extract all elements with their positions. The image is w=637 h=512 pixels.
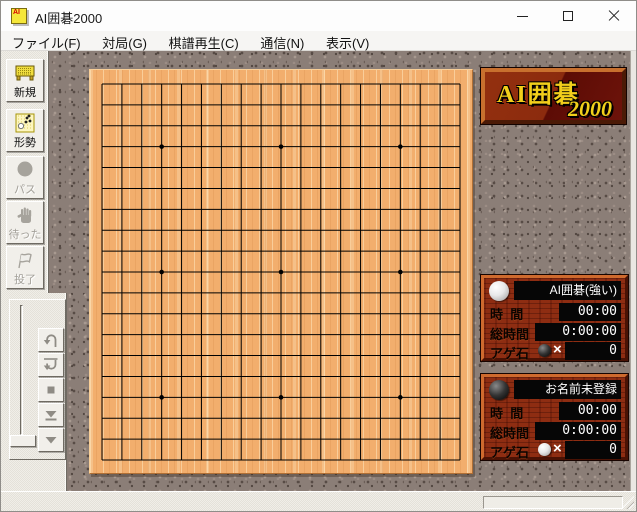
time-label: 時 間 xyxy=(490,307,524,322)
pass-stone-icon xyxy=(17,161,33,177)
jump-back-button[interactable] xyxy=(38,328,64,352)
jump-back-icon xyxy=(43,334,57,347)
territory-eval-button[interactable]: 形勢 xyxy=(6,109,44,152)
total-time-value: 0:00:00 xyxy=(535,323,621,341)
toolbar-button-label: パス xyxy=(14,184,36,196)
multiply-icon: × xyxy=(553,341,562,358)
captures-value: 0 xyxy=(565,441,621,459)
jump-forward-icon xyxy=(43,358,58,371)
toolbar-button-label: 新規 xyxy=(14,87,36,99)
replay-panel xyxy=(1,293,67,491)
player-panel-black: お名前未登録 時 間 00:00 総時間 0:00:00 アゲ石 × 0 xyxy=(480,373,629,461)
status-field xyxy=(483,496,623,509)
toolbar-button-label: 待った xyxy=(8,229,42,241)
status-bar xyxy=(1,491,636,511)
white-stone-icon xyxy=(489,281,509,301)
total-time-label: 総時間 xyxy=(490,426,530,441)
black-stone-icon xyxy=(538,344,551,357)
close-button[interactable] xyxy=(591,1,637,31)
captures-label: アゲ石 xyxy=(490,346,530,361)
player-name: AI囲碁(強い) xyxy=(514,281,621,300)
menu-replay[interactable]: 棋譜再生(C) xyxy=(160,31,248,51)
time-value: 00:00 xyxy=(559,402,621,420)
titlebar: AI AI囲碁2000 xyxy=(1,1,636,31)
undo-hand-icon xyxy=(17,207,32,223)
logo-year: 2000 xyxy=(568,96,612,121)
black-stone-icon xyxy=(489,380,509,400)
app-window: AI AI囲碁2000 ファイル(F) 対局(G) 棋譜再生(C) 通信(N) … xyxy=(0,0,637,512)
app-logo: AI囲碁 2000 xyxy=(480,67,627,125)
go-board-grid xyxy=(101,83,461,461)
step-forward-icon xyxy=(45,437,57,444)
player-panel-white: AI囲碁(強い) 時 間 00:00 総時間 0:00:00 アゲ石 × 0 xyxy=(480,274,629,362)
toolbar-button-label: 形勢 xyxy=(14,137,36,149)
replay-slider-track[interactable] xyxy=(20,305,23,435)
go-board[interactable] xyxy=(89,69,473,474)
player-name: お名前未登録 xyxy=(514,380,621,399)
client-area: 新規 形勢 パス 待った 投了 AI囲碁 2000 AI囲碁(強い) 時 間 0… xyxy=(1,51,636,491)
toolbar-button-label: 投了 xyxy=(14,274,36,286)
window-minimize-icon xyxy=(517,16,528,17)
captures-value: 0 xyxy=(565,342,621,360)
time-label: 時 間 xyxy=(490,406,524,421)
undo-button[interactable]: 待った xyxy=(6,201,44,244)
time-value: 00:00 xyxy=(559,303,621,321)
skip-to-end-button[interactable] xyxy=(38,403,64,427)
stop-button[interactable] xyxy=(38,378,64,402)
replay-slider-thumb[interactable] xyxy=(10,435,36,447)
app-icon: AI xyxy=(11,8,27,24)
jump-forward-button[interactable] xyxy=(38,353,64,377)
new-game-button[interactable]: 新規 xyxy=(6,59,44,102)
total-time-value: 0:00:00 xyxy=(535,422,621,440)
white-stone-icon xyxy=(538,443,551,456)
maximize-button[interactable] xyxy=(545,1,591,31)
menu-view[interactable]: 表示(V) xyxy=(317,31,378,51)
menu-comm[interactable]: 通信(N) xyxy=(251,31,313,51)
skip-to-end-icon xyxy=(45,411,57,421)
window-title: AI囲碁2000 xyxy=(35,11,103,26)
minimize-button[interactable] xyxy=(499,1,545,31)
total-time-label: 総時間 xyxy=(490,327,530,342)
new-game-table-icon xyxy=(15,65,35,81)
multiply-icon: × xyxy=(553,440,562,457)
toolbar-panel: 新規 形勢 パス 待った 投了 xyxy=(1,51,49,293)
window-maximize-icon xyxy=(563,11,573,21)
resign-button[interactable]: 投了 xyxy=(6,246,44,289)
menu-game[interactable]: 対局(G) xyxy=(93,31,156,51)
menu-file[interactable]: ファイル(F) xyxy=(3,31,90,51)
stop-icon xyxy=(47,386,55,394)
captures-label: アゲ石 xyxy=(490,445,530,460)
menu-bar: ファイル(F) 対局(G) 棋譜再生(C) 通信(N) 表示(V) xyxy=(1,31,636,51)
window-frame-right xyxy=(630,51,636,491)
step-forward-button[interactable] xyxy=(38,428,64,452)
pass-button[interactable]: パス xyxy=(6,156,44,199)
window-close-icon xyxy=(608,10,620,22)
territory-eval-icon xyxy=(15,113,35,133)
resign-flag-icon xyxy=(18,253,32,269)
